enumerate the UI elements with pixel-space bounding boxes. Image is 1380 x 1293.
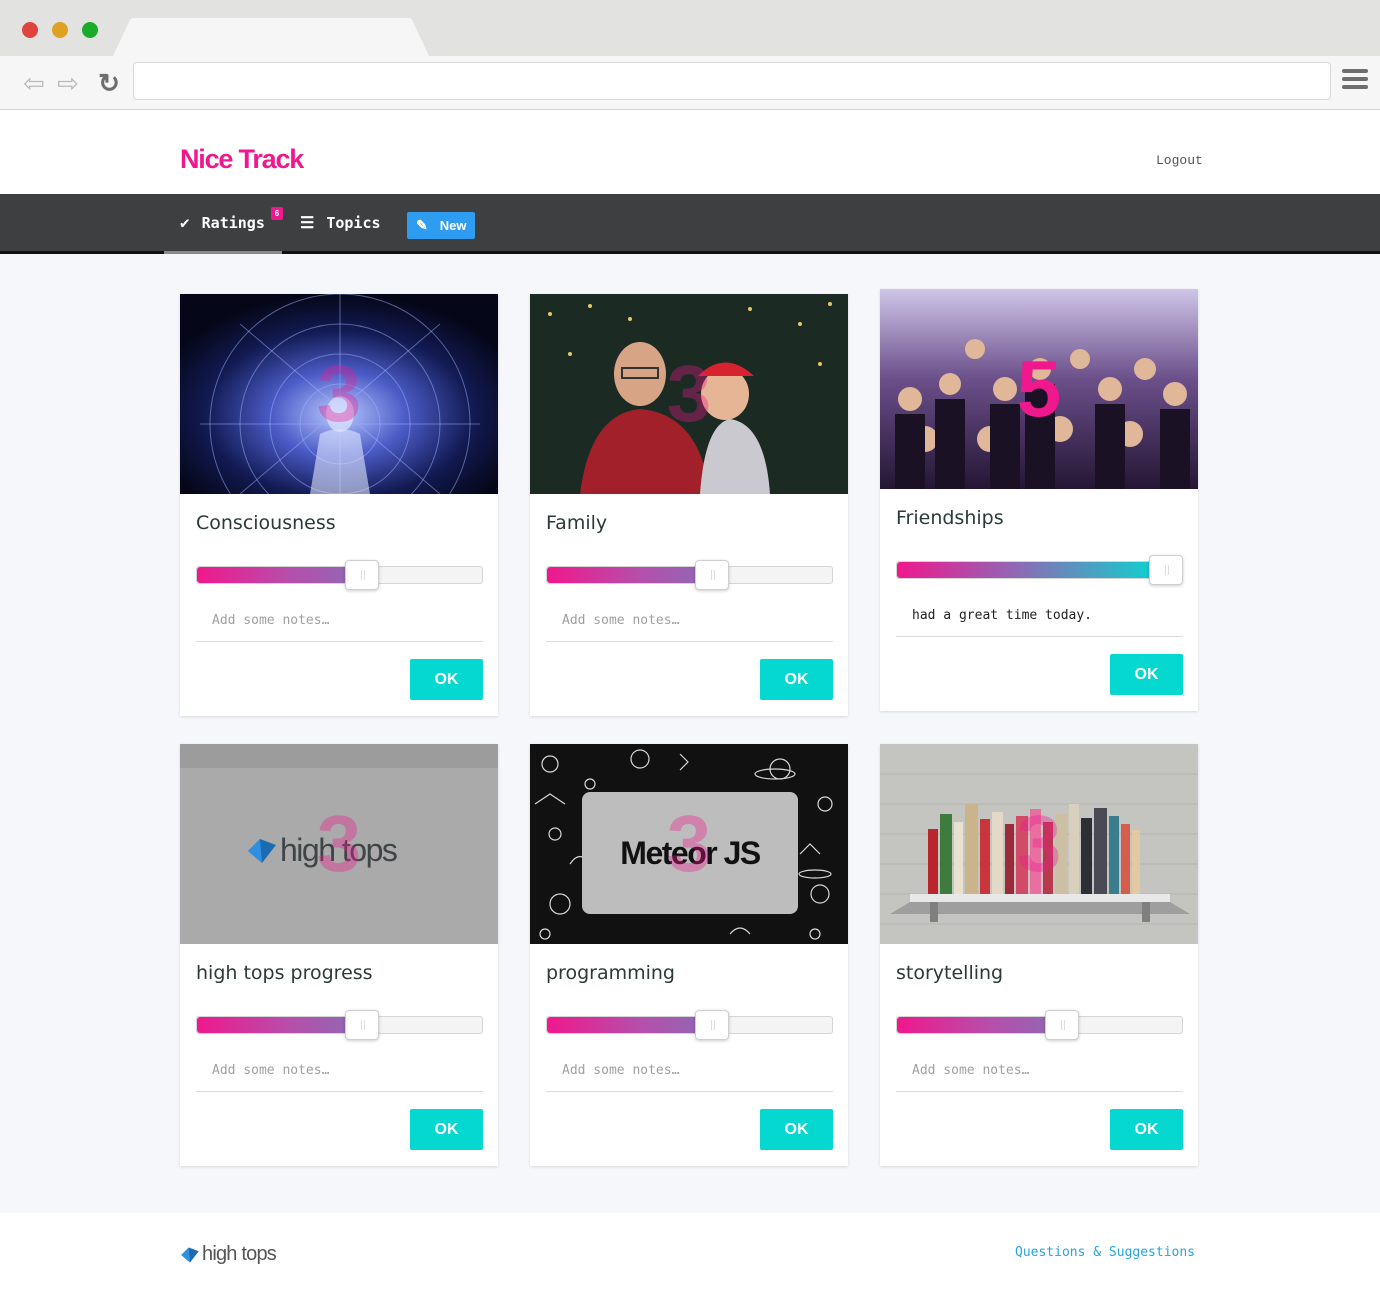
card-title: Friendships: [896, 507, 1004, 529]
notes-input[interactable]: [896, 595, 1183, 637]
card-image: high tops 3: [180, 744, 498, 944]
window-close-button[interactable]: [22, 22, 38, 38]
notes-input[interactable]: [546, 600, 833, 642]
card-score: 3: [316, 799, 362, 888]
card-score: 3: [316, 349, 362, 438]
rating-slider[interactable]: [196, 1010, 483, 1040]
notes-input[interactable]: [196, 600, 483, 642]
ratings-grid: 3 Consciousness OK 3 Family: [0, 254, 1380, 1213]
questions-suggestions-link[interactable]: Questions & Suggestions: [1015, 1245, 1195, 1260]
rating-slider[interactable]: [546, 560, 833, 590]
notes-input[interactable]: [546, 1050, 833, 1092]
rating-slider[interactable]: [896, 555, 1183, 585]
high-tops-logo-icon: [181, 1247, 199, 1262]
back-arrow-icon[interactable]: ⇦: [20, 69, 48, 97]
card-title: programming: [546, 962, 675, 984]
address-bar[interactable]: [133, 62, 1331, 100]
main-navbar: ✔ Ratings 6 ☰ Topics: [0, 194, 1380, 254]
ok-button[interactable]: OK: [1110, 1109, 1183, 1150]
ratings-count-badge: 6: [271, 207, 283, 220]
rating-slider[interactable]: [896, 1010, 1183, 1040]
ok-button[interactable]: OK: [410, 1109, 483, 1150]
app-header: Nice Track Logout: [0, 111, 1380, 194]
card-title: high tops progress: [196, 962, 373, 984]
tab-topics-label: Topics: [326, 213, 381, 232]
card-title: Consciousness: [196, 512, 336, 534]
rating-slider-fill: [197, 1017, 362, 1033]
rating-slider-handle[interactable]: [1149, 555, 1183, 585]
rating-card: 3 Family OK: [530, 294, 848, 716]
card-image: 3: [180, 294, 498, 494]
card-score: 3: [1016, 799, 1062, 888]
rating-card: 3 storytelling OK: [880, 744, 1198, 1166]
rating-slider[interactable]: [196, 560, 483, 590]
card-score: 3: [666, 799, 712, 888]
rating-slider-handle[interactable]: [1045, 1010, 1079, 1040]
card-score: 5: [1016, 344, 1062, 433]
rating-slider-fill: [547, 1017, 712, 1033]
window-maximize-button[interactable]: [82, 22, 98, 38]
rating-card: 3 Consciousness OK: [180, 294, 498, 716]
rating-card: Meteor JS 3 programming OK: [530, 744, 848, 1166]
card-image: Meteor JS 3: [530, 744, 848, 944]
tab-ratings[interactable]: ✔ Ratings 6: [164, 194, 283, 254]
rating-card: high tops 3 high tops progress OK: [180, 744, 498, 1166]
ok-button[interactable]: OK: [760, 1109, 833, 1150]
rating-slider-handle[interactable]: [345, 560, 379, 590]
app-logo[interactable]: Nice Track: [180, 144, 304, 175]
notes-input[interactable]: [196, 1050, 483, 1092]
page-footer: high tops Questions & Suggestions: [0, 1213, 1380, 1293]
ok-button[interactable]: OK: [410, 659, 483, 700]
list-icon: ☰: [300, 213, 315, 232]
ok-button[interactable]: OK: [1110, 654, 1183, 695]
rating-slider-fill: [897, 562, 1166, 578]
browser-titlebar: [0, 0, 1380, 58]
new-button[interactable]: ✎ New: [407, 212, 475, 239]
browser-tab[interactable]: [112, 18, 432, 58]
footer-logo-text: high tops: [202, 1243, 277, 1265]
logout-link[interactable]: Logout: [1156, 153, 1203, 168]
card-image: 3: [530, 294, 848, 494]
rating-slider[interactable]: [546, 1010, 833, 1040]
rating-slider-fill: [197, 567, 362, 583]
rating-slider-handle[interactable]: [695, 1010, 729, 1040]
checkmark-icon: ✔: [180, 213, 190, 232]
footer-logo[interactable]: high tops: [180, 1243, 277, 1266]
browser-menu-icon[interactable]: [1342, 69, 1368, 91]
new-button-label: New: [439, 218, 467, 233]
card-title: storytelling: [896, 962, 1004, 984]
card-score: 3: [666, 349, 712, 438]
rating-slider-handle[interactable]: [345, 1010, 379, 1040]
tab-ratings-label: Ratings: [201, 213, 265, 232]
card-image: 3: [880, 744, 1198, 944]
card-image: 5: [880, 289, 1198, 489]
ok-button[interactable]: OK: [760, 659, 833, 700]
reload-icon[interactable]: ↻: [95, 69, 123, 97]
forward-arrow-icon[interactable]: ⇨: [54, 69, 82, 97]
rating-slider-fill: [897, 1017, 1062, 1033]
window-minimize-button[interactable]: [52, 22, 68, 38]
pencil-icon: ✎: [416, 217, 428, 233]
rating-slider-fill: [547, 567, 712, 583]
card-title: Family: [546, 512, 608, 534]
notes-input[interactable]: [896, 1050, 1183, 1092]
rating-slider-handle[interactable]: [695, 560, 729, 590]
rating-card: 5 Friendships OK: [880, 289, 1198, 711]
tab-topics[interactable]: ☰ Topics: [300, 194, 381, 251]
browser-toolbar: ⇦ ⇨ ↻: [0, 56, 1380, 110]
